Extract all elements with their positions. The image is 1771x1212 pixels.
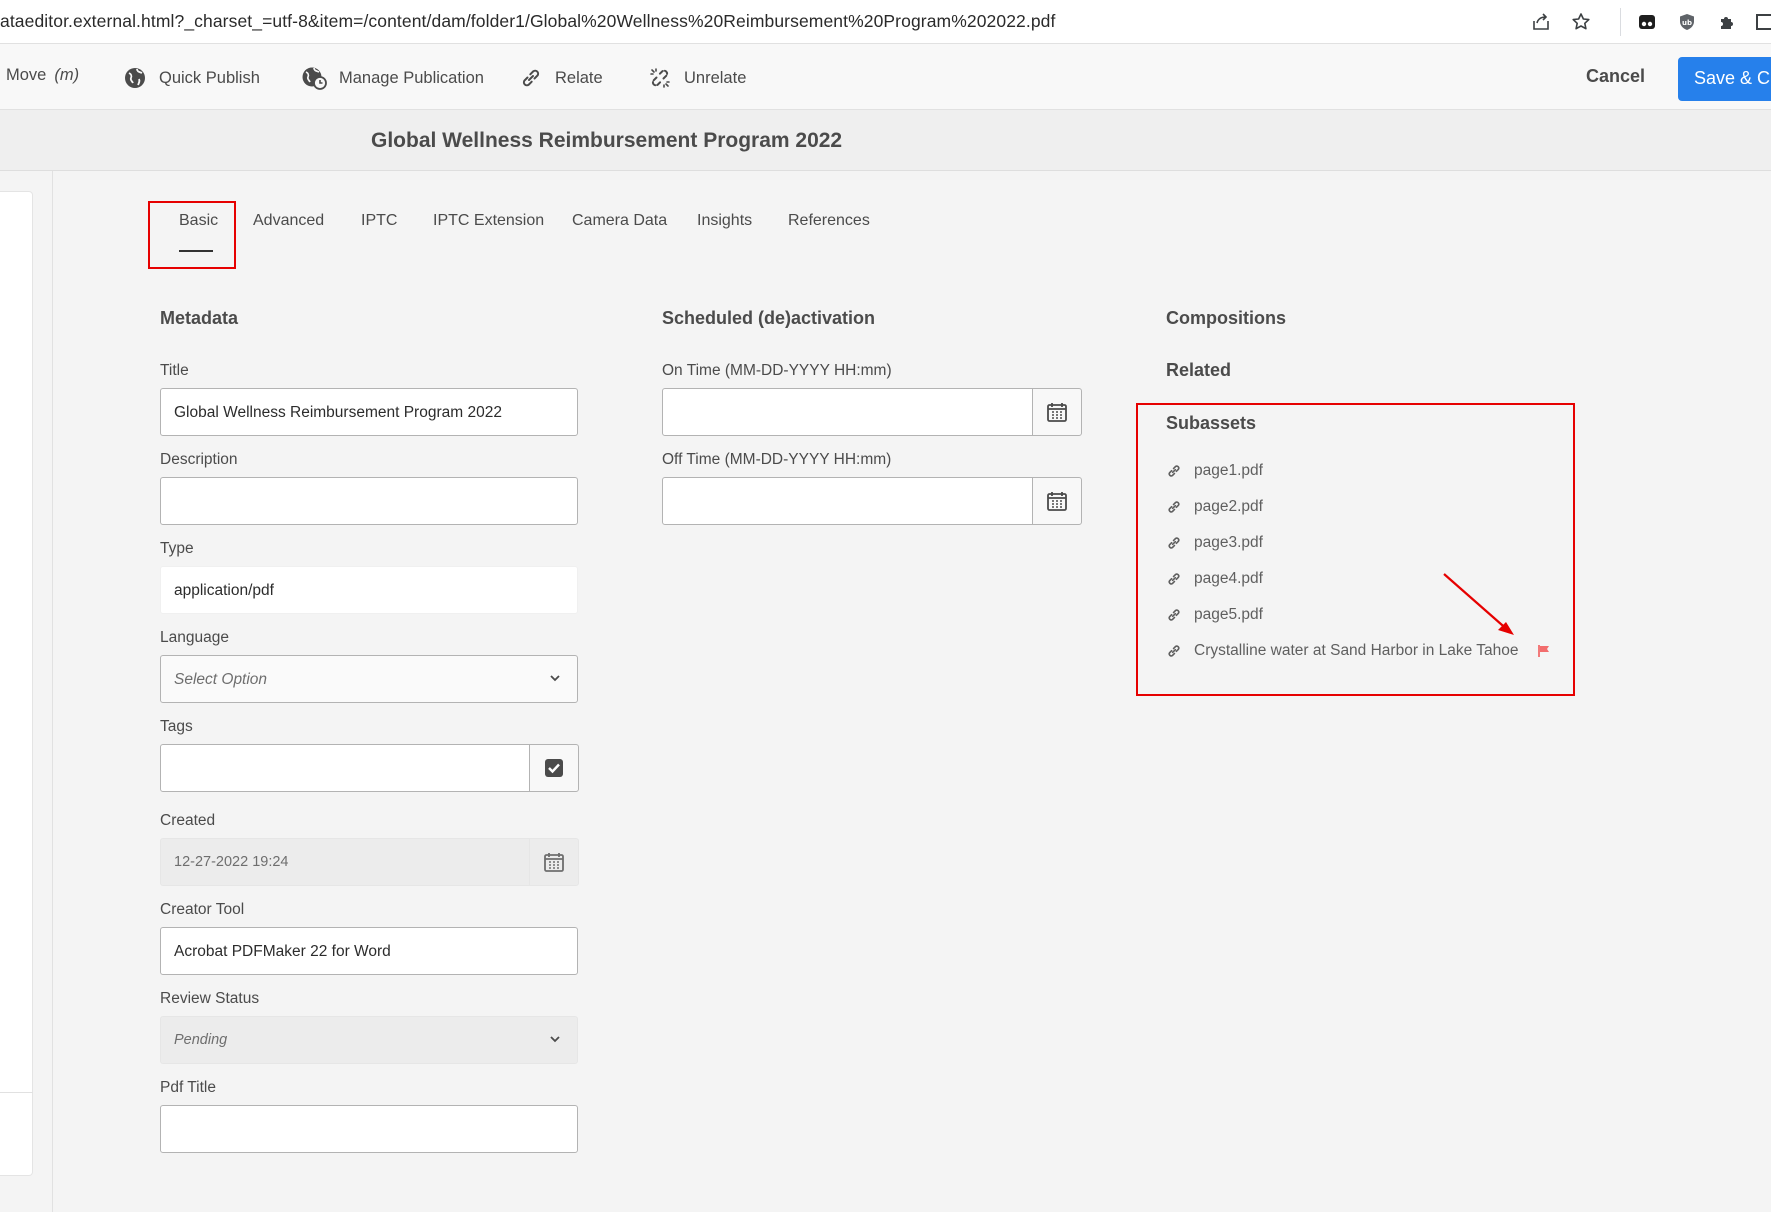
cancel-button[interactable]: Cancel bbox=[1586, 66, 1645, 87]
quick-publish-label: Quick Publish bbox=[159, 68, 260, 87]
tags-picker-button[interactable] bbox=[529, 744, 579, 792]
description-field[interactable] bbox=[160, 477, 578, 525]
unrelate-button[interactable]: Unrelate bbox=[648, 66, 746, 90]
scheduled-heading: Scheduled (de)activation bbox=[662, 308, 876, 328]
svg-text:ub: ub bbox=[1682, 19, 1692, 27]
unrelate-label: Unrelate bbox=[684, 68, 747, 87]
metadata-heading: Metadata bbox=[160, 308, 239, 328]
annotation-arrow-icon bbox=[1443, 573, 1514, 635]
language-label: Language bbox=[160, 629, 229, 646]
left-panel-card bbox=[0, 191, 33, 1176]
created-calendar-button bbox=[529, 838, 579, 886]
language-select[interactable]: Select Option bbox=[160, 655, 578, 703]
save-close-button[interactable]: Save & Close bbox=[1678, 57, 1771, 101]
review-status-label: Review Status bbox=[160, 990, 260, 1007]
toolbar-divider bbox=[1620, 8, 1621, 36]
link-icon bbox=[522, 69, 540, 87]
title-field[interactable]: Global Wellness Reimbursement Program 20… bbox=[160, 388, 578, 436]
on-time-label: On Time (MM-DD-YYYY HH:mm) bbox=[662, 362, 892, 379]
annotation-highlight-subassets bbox=[1136, 403, 1575, 696]
tab-insights[interactable]: Insights bbox=[697, 212, 752, 230]
type-label: Type bbox=[160, 540, 194, 557]
pdf-title-label: Pdf Title bbox=[160, 1079, 216, 1096]
annotation-highlight-basic-tab bbox=[148, 201, 236, 269]
calendar-icon bbox=[1047, 403, 1067, 422]
page-title: Global Wellness Reimbursement Program 20… bbox=[371, 129, 843, 152]
window-icon[interactable] bbox=[1752, 9, 1771, 35]
bookmark-star-icon[interactable] bbox=[1568, 9, 1594, 35]
share-icon[interactable] bbox=[1528, 9, 1554, 35]
off-time-label: Off Time (MM-DD-YYYY HH:mm) bbox=[662, 451, 892, 468]
tags-field[interactable] bbox=[160, 744, 530, 792]
created-label: Created bbox=[160, 812, 216, 829]
relate-label: Relate bbox=[555, 68, 603, 87]
on-time-calendar-button[interactable] bbox=[1032, 388, 1082, 436]
left-panel-divider bbox=[0, 1092, 33, 1093]
globe-icon bbox=[125, 68, 145, 88]
url-field[interactable]: ataeditor.external.html?_charset_=utf-8&… bbox=[0, 11, 1055, 32]
calendar-icon bbox=[1047, 492, 1067, 511]
description-label: Description bbox=[160, 451, 238, 468]
review-status-value: Pending bbox=[174, 1032, 228, 1048]
chevron-down-icon bbox=[550, 1036, 560, 1043]
related-heading: Related bbox=[1166, 360, 1232, 380]
chevron-down-icon bbox=[550, 675, 560, 682]
review-status-select: Pending bbox=[160, 1016, 578, 1064]
move-button[interactable]: Move (m) bbox=[6, 66, 79, 85]
off-time-field[interactable] bbox=[662, 477, 1033, 525]
quick-publish-button[interactable]: Quick Publish bbox=[123, 66, 260, 90]
tab-iptc[interactable]: IPTC bbox=[361, 212, 397, 230]
tags-label: Tags bbox=[160, 718, 193, 735]
tab-iptc-extension[interactable]: IPTC Extension bbox=[433, 212, 544, 230]
manage-publication-label: Manage Publication bbox=[339, 68, 484, 87]
created-field: 12-27-2022 19:24 bbox=[160, 838, 530, 886]
browser-address-bar: ataeditor.external.html?_charset_=utf-8&… bbox=[0, 0, 1771, 44]
pdf-title-field[interactable] bbox=[160, 1105, 578, 1153]
compositions-heading: Compositions bbox=[1166, 308, 1286, 328]
tab-advanced[interactable]: Advanced bbox=[253, 212, 324, 230]
language-select-value: Select Option bbox=[174, 671, 268, 688]
move-label: Move bbox=[6, 66, 47, 84]
title-label: Title bbox=[160, 362, 189, 379]
action-bar: Move (m) Quick Publish Manage Publication… bbox=[0, 44, 1771, 110]
on-time-field[interactable] bbox=[662, 388, 1033, 436]
checkbox-checked-icon bbox=[545, 759, 563, 777]
globe-clock-icon bbox=[302, 67, 327, 90]
extensions-puzzle-icon[interactable] bbox=[1714, 9, 1740, 35]
calendar-icon bbox=[544, 853, 564, 872]
move-shortcut: (m) bbox=[54, 66, 80, 84]
extension-media-icon[interactable] bbox=[1634, 9, 1660, 35]
title-bar: Global Wellness Reimbursement Program 20… bbox=[0, 110, 1771, 171]
tab-references[interactable]: References bbox=[788, 212, 870, 230]
tab-camera-data[interactable]: Camera Data bbox=[572, 212, 667, 230]
type-field: application/pdf bbox=[160, 566, 578, 614]
manage-publication-button[interactable]: Manage Publication bbox=[301, 66, 484, 90]
creator-tool-label: Creator Tool bbox=[160, 901, 245, 918]
off-time-calendar-button[interactable] bbox=[1032, 477, 1082, 525]
unlink-icon bbox=[650, 68, 670, 88]
relate-button[interactable]: Relate bbox=[519, 66, 603, 90]
extension-shield-icon[interactable]: ub bbox=[1674, 9, 1700, 35]
creator-tool-field[interactable]: Acrobat PDFMaker 22 for Word bbox=[160, 927, 578, 975]
